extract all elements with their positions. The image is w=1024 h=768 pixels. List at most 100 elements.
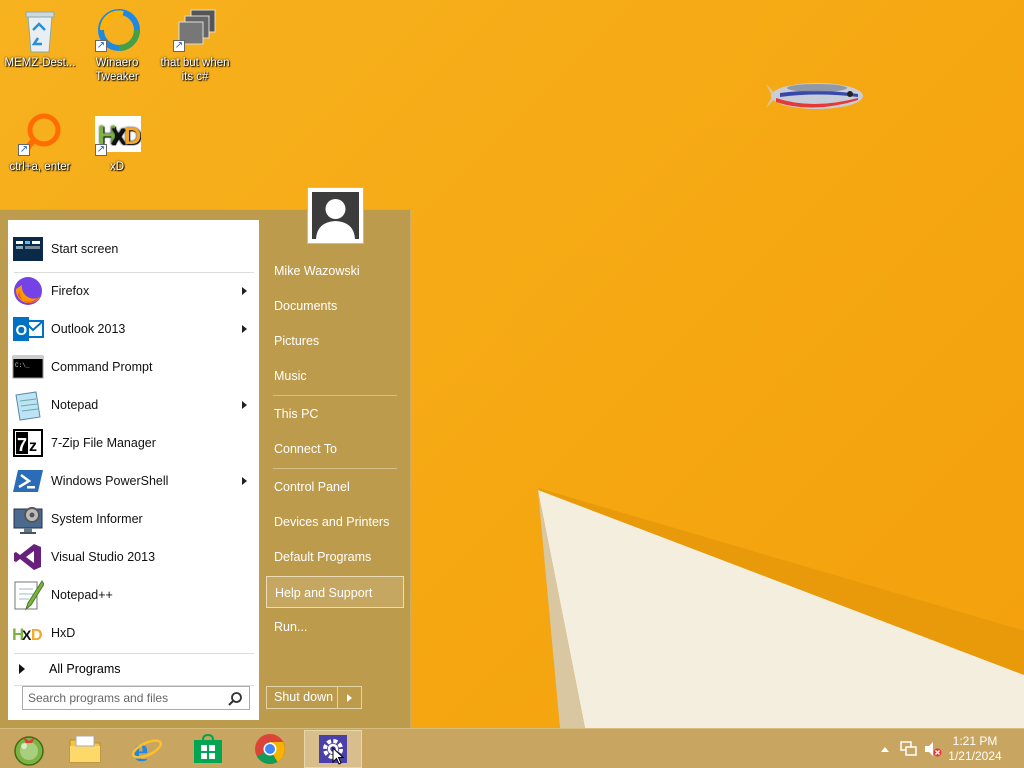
menu-item-label: Notepad++ (51, 588, 113, 602)
menu-item-notepad[interactable]: Notepad (8, 387, 259, 423)
visual-studio-icon (12, 541, 44, 573)
shortcut-arrow-icon: ↗ (95, 40, 107, 52)
taskbar-settings-app[interactable] (304, 730, 362, 768)
divider (273, 395, 397, 396)
internet-explorer-icon: e (131, 733, 163, 765)
taskbar: e 1:21 PM 1/21/2024 (0, 728, 1024, 768)
link-default-programs[interactable]: Default Programs (266, 541, 404, 573)
shortcut-arrow-icon: ↗ (173, 40, 185, 52)
show-hidden-icons-icon[interactable] (880, 745, 890, 753)
submenu-arrow-icon (242, 287, 247, 295)
windows-store-icon (194, 734, 222, 763)
menu-item-command-prompt[interactable]: C:\_ Command Prompt (8, 349, 259, 385)
desktop-icon-stacked[interactable]: ↗ that but when its c# (155, 8, 235, 84)
file-explorer-icon (69, 735, 101, 763)
start-screen-icon (12, 233, 44, 265)
desktop-icon-label: MEMZ-Dest... (4, 57, 76, 69)
search-icon[interactable] (227, 691, 243, 707)
menu-item-label: Firefox (51, 284, 90, 298)
menu-item-label: HxD (51, 626, 76, 640)
fish-icon (766, 83, 863, 109)
command-prompt-icon: C:\_ (12, 351, 44, 383)
start-button[interactable] (0, 730, 58, 768)
system-informer-icon (12, 503, 44, 535)
menu-item-notepadpp[interactable]: Notepad++ (8, 577, 259, 613)
all-programs-button[interactable]: All Programs (8, 657, 259, 681)
link-control-panel[interactable]: Control Panel (266, 471, 404, 503)
menu-item-label: Windows PowerShell (51, 474, 169, 488)
link-devices-printers[interactable]: Devices and Printers (266, 506, 404, 538)
hxd-icon: H X D (12, 617, 44, 649)
outlook-icon: O (12, 313, 44, 345)
expand-arrow-icon (19, 664, 25, 674)
shutdown-button[interactable]: Shut down (266, 686, 338, 709)
network-icon[interactable] (900, 741, 918, 757)
notepad-icon (12, 389, 44, 421)
clock[interactable]: 1:21 PM 1/21/2024 (940, 734, 1010, 764)
desktop-icon-label: that but when its c# (160, 57, 230, 83)
powershell-icon (12, 465, 44, 497)
svg-text:D: D (31, 627, 43, 644)
link-run[interactable]: Run... (266, 611, 404, 643)
menu-item-label: Notepad (51, 398, 99, 412)
search-input[interactable] (22, 686, 250, 710)
firefox-icon (12, 275, 44, 307)
taskbar-chrome[interactable] (241, 730, 299, 768)
mouse-cursor-icon (332, 747, 344, 765)
user-avatar[interactable] (307, 187, 364, 244)
programs-panel: Start screen Firefox O Outlook 2013 C:\_… (8, 220, 259, 720)
menu-item-7zip[interactable]: 7 z 7-Zip File Manager (8, 425, 259, 461)
svg-text:z: z (29, 438, 37, 455)
desktop-icon-label: ctrl+a, enter (9, 161, 71, 173)
link-connect-to[interactable]: Connect To (266, 433, 404, 465)
shortcut-arrow-icon: ↗ (18, 144, 30, 156)
submenu-arrow-icon (242, 401, 247, 409)
link-pictures[interactable]: Pictures (266, 325, 404, 357)
chrome-icon (255, 734, 285, 765)
start-orb-icon (14, 736, 44, 766)
menu-item-start-screen[interactable]: Start screen (8, 231, 259, 267)
recycle-bin-icon (25, 11, 55, 53)
svg-text:D: D (124, 123, 141, 150)
7zip-icon: 7 z (12, 427, 44, 459)
menu-item-system-informer[interactable]: System Informer (8, 501, 259, 537)
menu-item-label: Start screen (51, 242, 119, 256)
menu-item-outlook[interactable]: O Outlook 2013 (8, 311, 259, 347)
link-help-support[interactable]: Help and Support (266, 576, 404, 608)
taskbar-file-explorer[interactable] (56, 730, 114, 768)
desktop-icon-ctrl-a[interactable]: ↗ ctrl+a, enter (0, 112, 80, 174)
submenu-arrow-icon (242, 477, 247, 485)
menu-item-label: Outlook 2013 (51, 322, 126, 336)
svg-text:O: O (16, 322, 28, 339)
taskbar-windows-store[interactable] (179, 730, 237, 768)
start-menu: Start screen Firefox O Outlook 2013 C:\_… (0, 187, 411, 728)
shortcut-arrow-icon: ↗ (95, 144, 107, 156)
desktop-icon-label: Winaero Tweaker (95, 57, 139, 83)
menu-item-hxd[interactable]: H X D HxD (8, 615, 259, 651)
menu-item-powershell[interactable]: Windows PowerShell (8, 463, 259, 499)
link-music[interactable]: Music (266, 360, 404, 392)
link-documents[interactable]: Documents (266, 290, 404, 322)
menu-item-label: Command Prompt (51, 360, 153, 374)
clock-date: 1/21/2024 (948, 749, 1002, 763)
taskbar-internet-explorer[interactable]: e (118, 730, 176, 768)
menu-item-visual-studio[interactable]: Visual Studio 2013 (8, 539, 259, 575)
link-this-pc[interactable]: This PC (266, 398, 404, 430)
divider (273, 468, 397, 469)
menu-item-label: Visual Studio 2013 (51, 550, 156, 564)
menu-item-label: 7-Zip File Manager (51, 436, 156, 450)
desktop-icon-xd[interactable]: H X D ↗ xD (77, 112, 157, 174)
clock-time: 1:21 PM (952, 734, 998, 748)
shutdown-options-button[interactable] (338, 686, 362, 709)
divider (14, 653, 254, 654)
desktop-icon-memz[interactable]: MEMZ-Dest... (0, 8, 80, 70)
desktop-icon-label: xD (109, 161, 125, 173)
user-icon (316, 199, 355, 239)
svg-text:C:\_: C:\_ (15, 362, 30, 369)
notepadpp-icon (12, 579, 45, 611)
submenu-arrow-icon (242, 325, 247, 333)
all-programs-label: All Programs (49, 662, 121, 676)
desktop-icon-winaero[interactable]: ↗ Winaero Tweaker (77, 8, 157, 84)
menu-item-firefox[interactable]: Firefox (8, 273, 259, 309)
link-user-folder[interactable]: Mike Wazowski (266, 255, 404, 287)
